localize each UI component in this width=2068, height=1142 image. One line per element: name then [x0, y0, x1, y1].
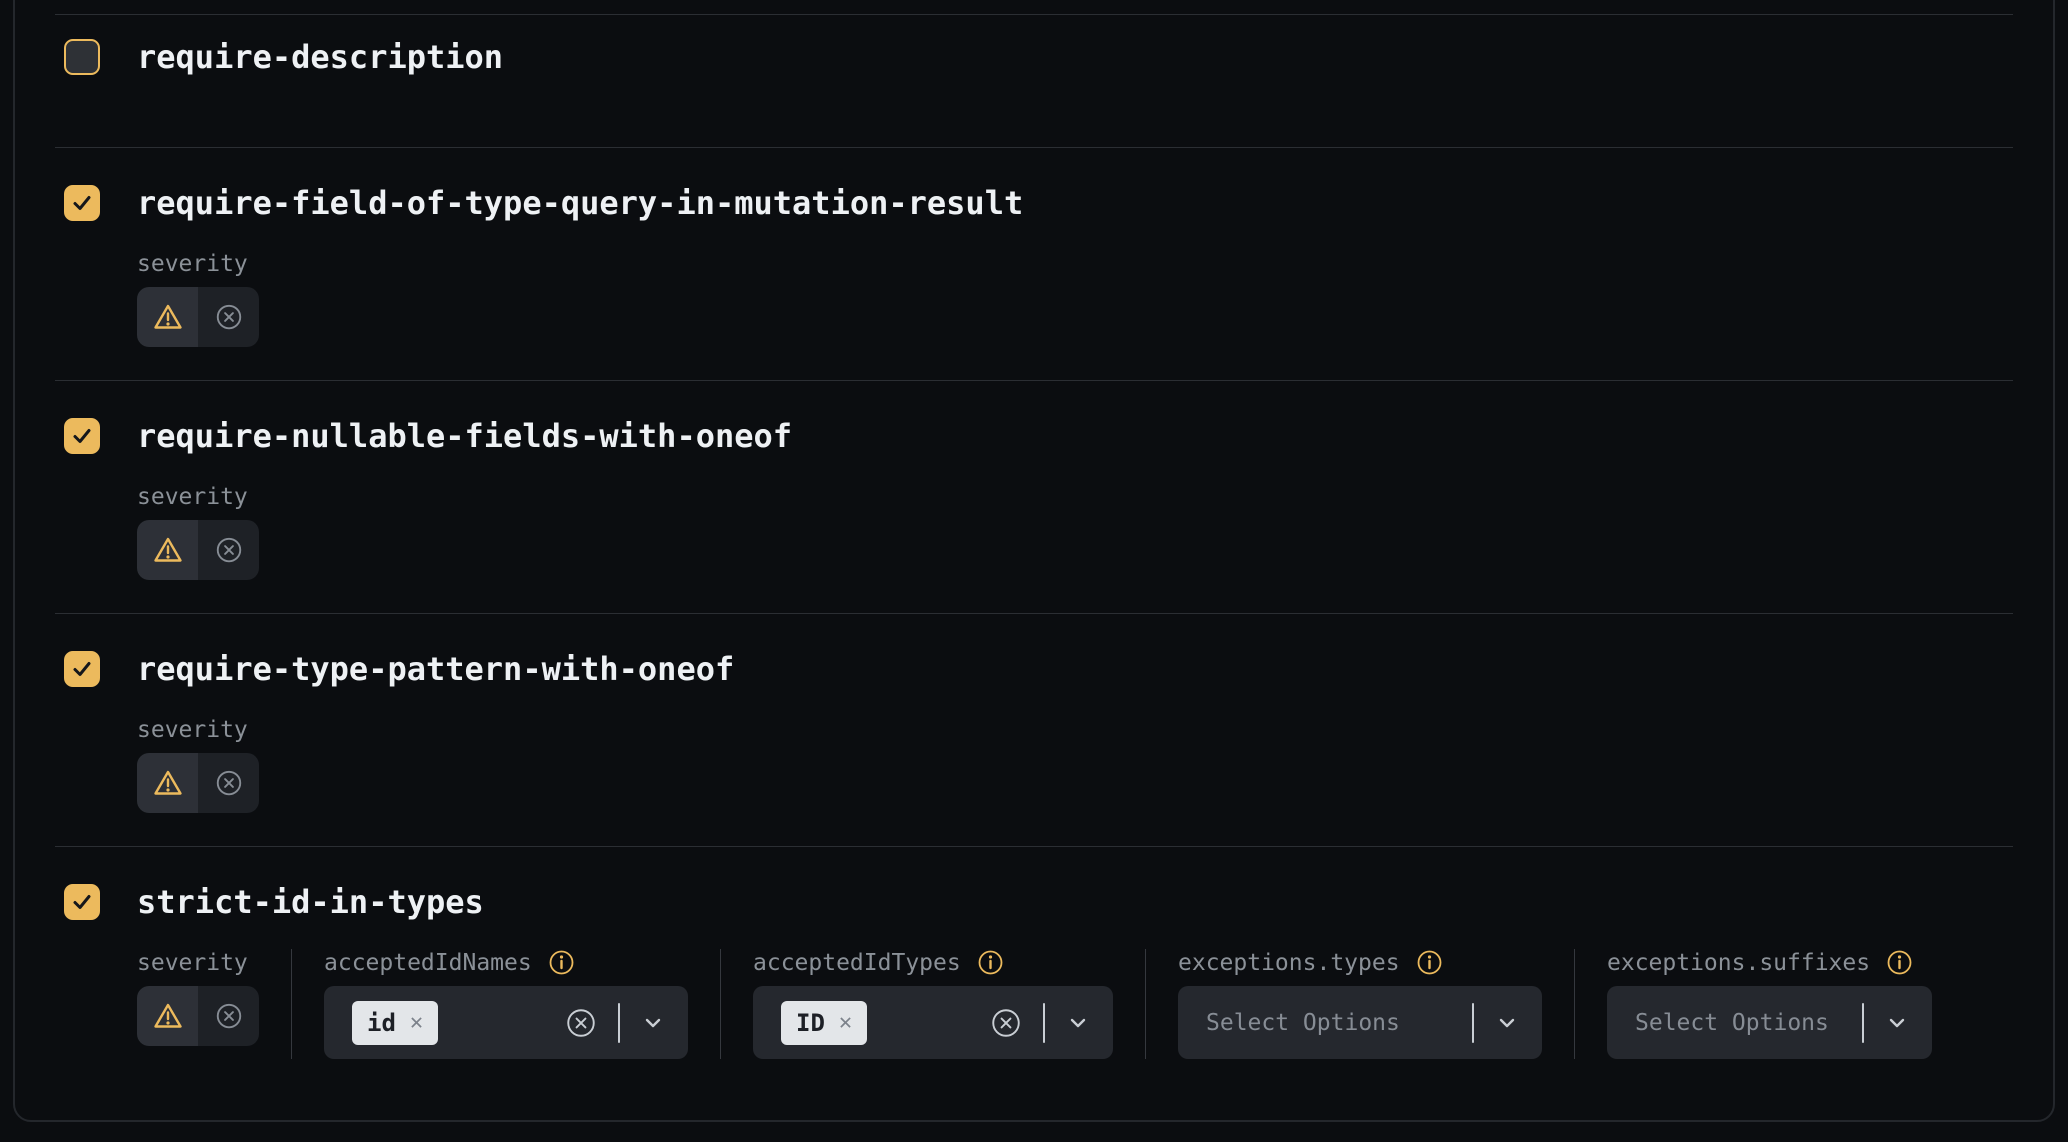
- warning-triangle-icon: [152, 1001, 184, 1031]
- rule-row: require-field-of-type-query-in-mutation-…: [55, 147, 2013, 380]
- column-divider: [291, 949, 292, 1059]
- chip-label: ID: [796, 1009, 825, 1037]
- chip-remove-icon[interactable]: ✕: [410, 1012, 423, 1034]
- select-placeholder: Select Options: [1206, 1010, 1400, 1036]
- severity-label: severity: [137, 717, 248, 743]
- chevron-down-icon[interactable]: [1884, 1010, 1910, 1036]
- chip-label: id: [367, 1009, 396, 1037]
- severity-control: [137, 753, 259, 813]
- severity-off-button[interactable]: [198, 287, 259, 347]
- column-divider: [1574, 949, 1575, 1059]
- rule-row: require-description: [55, 14, 2013, 147]
- info-icon[interactable]: [1886, 949, 1913, 976]
- severity-off-button[interactable]: [198, 520, 259, 580]
- selected-chip: id ✕: [352, 1001, 438, 1045]
- chip-remove-icon[interactable]: ✕: [839, 1012, 852, 1034]
- rule-name: require-nullable-fields-with-oneof: [137, 417, 792, 455]
- rule-name: require-field-of-type-query-in-mutation-…: [137, 184, 1023, 222]
- option-label: exceptions.types: [1178, 950, 1400, 976]
- rule-config: severity: [137, 716, 2013, 813]
- info-icon[interactable]: [548, 949, 575, 976]
- column-divider: [720, 949, 721, 1059]
- rules-list: require-description require-field-of-type…: [15, 0, 2053, 1122]
- rule-config: severityacceptedIdNamesid✕acceptedIdType…: [137, 949, 2013, 1059]
- warning-triangle-icon: [152, 535, 184, 565]
- severity-group: severity: [137, 949, 259, 1059]
- severity-label: severity: [137, 251, 248, 277]
- check-icon: [70, 424, 94, 448]
- info-icon[interactable]: [977, 949, 1004, 976]
- severity-off-button[interactable]: [198, 753, 259, 813]
- circle-x-icon: [214, 535, 244, 565]
- field-separator: [1043, 1003, 1045, 1043]
- field-separator: [1862, 1003, 1864, 1043]
- rule-head: require-field-of-type-query-in-mutation-…: [55, 184, 2013, 222]
- option-group: exceptions.types Select Options: [1178, 949, 1542, 1059]
- circle-x-icon: [214, 768, 244, 798]
- field-separator: [618, 1003, 620, 1043]
- rules-panel: require-description require-field-of-type…: [13, 0, 2055, 1122]
- rule-checkbox[interactable]: [64, 185, 100, 221]
- rule-row: require-type-pattern-with-oneof severity: [55, 613, 2013, 846]
- info-icon[interactable]: [1416, 949, 1443, 976]
- severity-control: [137, 520, 259, 580]
- chevron-down-icon[interactable]: [1065, 1010, 1091, 1036]
- check-icon: [70, 890, 94, 914]
- chevron-down-icon[interactable]: [640, 1010, 666, 1036]
- check-icon: [70, 657, 94, 681]
- field-separator: [1472, 1003, 1474, 1043]
- rule-name: require-type-pattern-with-oneof: [137, 650, 734, 688]
- multiselect-field[interactable]: Select Options: [1607, 986, 1932, 1059]
- severity-warn-button[interactable]: [137, 287, 198, 347]
- warning-triangle-icon: [152, 768, 184, 798]
- select-placeholder: Select Options: [1635, 1010, 1829, 1036]
- severity-warn-button[interactable]: [137, 520, 198, 580]
- severity-label: severity: [137, 484, 248, 510]
- severity-control: [137, 986, 259, 1046]
- rule-config: severity: [137, 483, 2013, 580]
- rule-head: require-type-pattern-with-oneof: [55, 650, 2013, 688]
- rule-checkbox[interactable]: [64, 39, 100, 75]
- circle-x-icon: [214, 1001, 244, 1031]
- clear-icon[interactable]: [564, 1006, 598, 1040]
- circle-x-icon: [214, 302, 244, 332]
- rule-head: require-description: [55, 38, 2013, 76]
- rule-row: require-nullable-fields-with-oneof severi…: [55, 380, 2013, 613]
- rule-checkbox[interactable]: [64, 418, 100, 454]
- column-divider: [1145, 949, 1146, 1059]
- option-group: exceptions.suffixes Select Options: [1607, 949, 1932, 1059]
- option-group: acceptedIdNames id ✕: [324, 949, 688, 1059]
- rule-head: strict-id-in-types: [55, 883, 2013, 921]
- severity-label: severity: [137, 950, 248, 976]
- option-label: exceptions.suffixes: [1607, 950, 1870, 976]
- multiselect-field[interactable]: ID ✕: [753, 986, 1113, 1059]
- rule-name: strict-id-in-types: [137, 883, 484, 921]
- severity-warn-button[interactable]: [137, 986, 198, 1046]
- severity-off-button[interactable]: [198, 986, 259, 1046]
- severity-warn-button[interactable]: [137, 753, 198, 813]
- rule-head: require-nullable-fields-with-oneof: [55, 417, 2013, 455]
- multiselect-field[interactable]: id ✕: [324, 986, 688, 1059]
- severity-control: [137, 287, 259, 347]
- rule-checkbox[interactable]: [64, 651, 100, 687]
- chevron-down-icon[interactable]: [1494, 1010, 1520, 1036]
- option-group: acceptedIdTypes ID ✕: [753, 949, 1113, 1059]
- option-label: acceptedIdNames: [324, 950, 532, 976]
- multiselect-field[interactable]: Select Options: [1178, 986, 1542, 1059]
- rule-row: strict-id-in-types severity acceptedIdName…: [55, 846, 2013, 1122]
- clear-icon[interactable]: [989, 1006, 1023, 1040]
- severity-group: severity: [137, 716, 259, 813]
- severity-group: severity: [137, 483, 259, 580]
- check-icon: [70, 191, 94, 215]
- severity-group: severity: [137, 250, 259, 347]
- rule-name: require-description: [137, 38, 503, 76]
- warning-triangle-icon: [152, 302, 184, 332]
- rule-config: severity: [137, 250, 2013, 347]
- option-label: acceptedIdTypes: [753, 950, 961, 976]
- selected-chip: ID ✕: [781, 1001, 867, 1045]
- rule-checkbox[interactable]: [64, 884, 100, 920]
